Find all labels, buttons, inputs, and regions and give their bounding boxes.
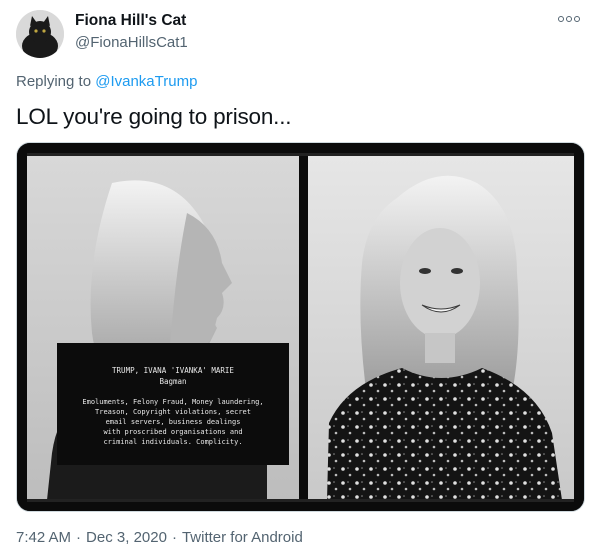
cat-avatar-icon [16, 10, 64, 58]
meta-separator: · [76, 529, 82, 546]
placard-charges-2: Treason, Copyright violations, secret [95, 408, 251, 416]
author-handle[interactable]: @FionaHillsCat1 [75, 34, 188, 51]
more-options-icon[interactable] [557, 12, 581, 26]
placard-name: TRUMP, IVANA 'IVANKA' MARIE [112, 366, 234, 375]
placard-charges-5: criminal individuals. Complicity. [103, 438, 242, 446]
reply-context: Replying to @IvankaTrump [16, 73, 197, 90]
tweet-text: LOL you're going to prison... [16, 104, 292, 129]
placard-charges-4: with proscribed organisations and [103, 428, 242, 436]
tweet-time[interactable]: 7:42 AM [16, 529, 71, 546]
tweet-media-image[interactable]: TRUMP, IVANA 'IVANKA' MARIE Bagman Emolu… [16, 142, 585, 512]
meta-separator: · [171, 529, 177, 546]
avatar[interactable] [16, 10, 64, 58]
tweet-source-link[interactable]: Twitter for Android [182, 529, 303, 546]
reply-mention-link[interactable]: @IvankaTrump [95, 73, 197, 90]
author-display-name[interactable]: Fiona Hill's Cat [75, 12, 186, 30]
tweet-meta: 7:42 AM · Dec 3, 2020 · Twitter for Android [16, 529, 303, 546]
tweet-date[interactable]: Dec 3, 2020 [86, 529, 167, 546]
placard-role: Bagman [159, 377, 186, 386]
placard-charges-3: email servers, business dealings [106, 418, 241, 426]
placard-charges-1: Emoluments, Felony Fraud, Money launderi… [82, 398, 263, 406]
reply-prefix: Replying to [16, 73, 96, 90]
